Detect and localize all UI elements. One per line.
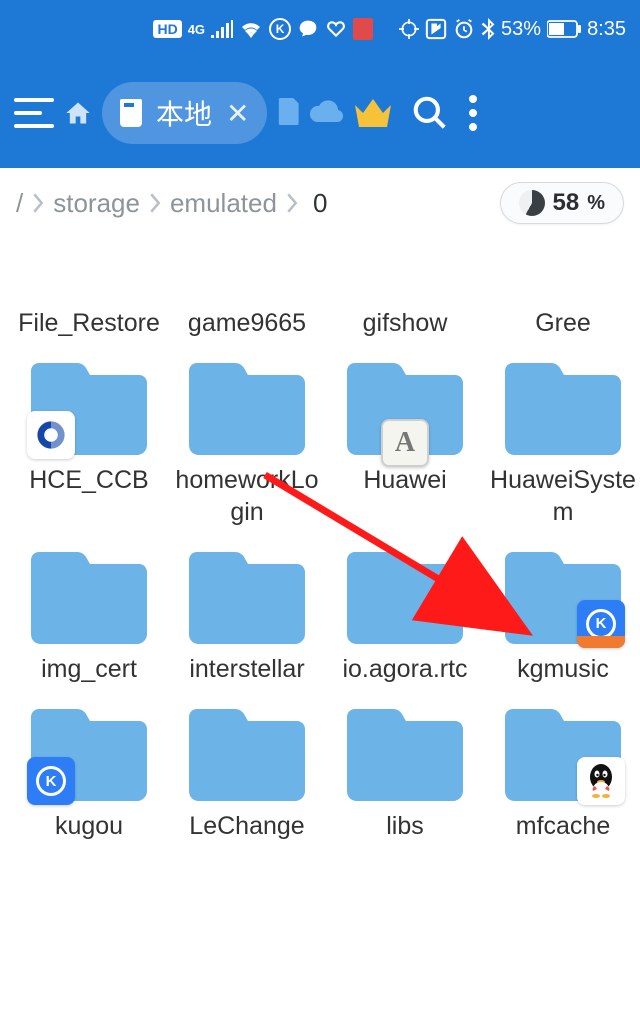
folder-item[interactable]: interstellar bbox=[168, 534, 326, 691]
folder-label: HCE_CCB bbox=[14, 465, 164, 496]
folder-item[interactable]: io.agora.rtc bbox=[326, 534, 484, 691]
folder-label: LeChange bbox=[172, 811, 322, 842]
kugou-app-icon: K bbox=[27, 757, 75, 805]
folder-item[interactable]: File_Restore bbox=[10, 238, 168, 345]
folder-icon bbox=[499, 357, 627, 459]
folder-label: File_Restore bbox=[14, 308, 164, 339]
heart-icon bbox=[325, 19, 347, 39]
crown-icon[interactable] bbox=[353, 97, 393, 129]
kugou-app-icon: K bbox=[577, 600, 625, 648]
sd-dim-icon[interactable] bbox=[277, 98, 301, 128]
folder-icon bbox=[499, 703, 627, 805]
app-k-icon: K bbox=[269, 18, 291, 40]
crumb-emulated[interactable]: emulated bbox=[170, 188, 277, 219]
folder-icon bbox=[183, 546, 311, 648]
chevron-right-icon bbox=[31, 193, 45, 213]
storage-percent: 58 bbox=[553, 189, 580, 217]
close-tab-icon[interactable]: ✕ bbox=[226, 97, 249, 130]
folder-icon bbox=[183, 357, 311, 459]
wifi-icon bbox=[239, 20, 263, 38]
folder-item[interactable]: game9665 bbox=[168, 238, 326, 345]
storage-usage-badge[interactable]: 58% bbox=[500, 182, 625, 224]
folder-label: kgmusic bbox=[488, 654, 638, 685]
folder-icon bbox=[183, 703, 311, 805]
folder-label: kugou bbox=[14, 811, 164, 842]
nfc-icon bbox=[425, 18, 447, 40]
chevron-right-icon bbox=[285, 193, 299, 213]
cloud-icon[interactable] bbox=[309, 98, 343, 122]
search-icon[interactable] bbox=[411, 94, 449, 132]
folder-item[interactable]: HuaweiSystem bbox=[484, 345, 640, 534]
folder-label: gifshow bbox=[330, 308, 480, 339]
more-icon[interactable] bbox=[469, 95, 477, 131]
folder-item[interactable]: libs bbox=[326, 691, 484, 848]
4g-icon: 4G bbox=[188, 22, 205, 37]
folder-label: homeworkLogin bbox=[172, 465, 322, 528]
book-icon bbox=[353, 18, 373, 40]
folder-label: interstellar bbox=[172, 654, 322, 685]
clock-time: 8:35 bbox=[587, 18, 626, 41]
folder-label: game9665 bbox=[172, 308, 322, 339]
folder-item[interactable]: img_cert bbox=[10, 534, 168, 691]
tab-label: 本地 bbox=[156, 93, 212, 133]
folder-icon bbox=[341, 546, 469, 648]
chevron-right-icon bbox=[148, 193, 162, 213]
folder-label: Gree bbox=[488, 308, 638, 339]
qq-app-icon bbox=[577, 757, 625, 805]
folder-icon bbox=[341, 703, 469, 805]
battery-icon bbox=[547, 20, 581, 38]
font-a-icon: A bbox=[381, 419, 429, 467]
folder-label: mfcache bbox=[488, 811, 638, 842]
folder-item[interactable]: mfcache bbox=[484, 691, 640, 848]
menu-icon[interactable] bbox=[14, 98, 54, 128]
app-bar: 本地 ✕ bbox=[0, 58, 640, 168]
folder-label: Huawei bbox=[330, 465, 480, 496]
folder-icon bbox=[499, 250, 627, 302]
status-right: 53% 8:35 bbox=[399, 18, 626, 41]
tab-local[interactable]: 本地 ✕ bbox=[102, 82, 267, 144]
hd-icon: HD bbox=[153, 20, 181, 38]
folder-label: img_cert bbox=[14, 654, 164, 685]
status-left: HD 4G K bbox=[153, 18, 373, 40]
folder-label: libs bbox=[330, 811, 480, 842]
target-icon bbox=[399, 19, 419, 39]
bluetooth-icon bbox=[481, 18, 495, 40]
folder-item[interactable]: homeworkLogin bbox=[168, 345, 326, 534]
folder-item[interactable]: HCE_CCB bbox=[10, 345, 168, 534]
ccb-app-icon bbox=[27, 411, 75, 459]
battery-percent: 53% bbox=[501, 18, 541, 41]
folder-item[interactable]: gifshow bbox=[326, 238, 484, 345]
folder-icon bbox=[25, 357, 153, 459]
folder-icon bbox=[183, 250, 311, 302]
folder-icon bbox=[25, 546, 153, 648]
folder-item[interactable]: LeChange bbox=[168, 691, 326, 848]
folder-item[interactable]: A Huawei bbox=[326, 345, 484, 534]
folder-label: HuaweiSystem bbox=[488, 465, 638, 528]
folder-icon bbox=[25, 250, 153, 302]
home-icon[interactable] bbox=[64, 99, 92, 127]
inactive-tabs bbox=[277, 98, 343, 128]
alarm-icon bbox=[453, 18, 475, 40]
folder-item[interactable]: K kugou bbox=[10, 691, 168, 848]
pie-icon bbox=[519, 190, 545, 216]
signal-icon bbox=[211, 20, 233, 38]
crumb-current: 0 bbox=[313, 188, 327, 219]
folder-icon: K bbox=[499, 546, 627, 648]
folder-icon bbox=[341, 250, 469, 302]
folder-label: io.agora.rtc bbox=[330, 654, 480, 685]
crumb-root[interactable]: / bbox=[16, 188, 23, 219]
folder-grid: File_Restore game9665 gifshow Gree HCE_C… bbox=[0, 238, 640, 848]
chat-icon bbox=[297, 19, 319, 39]
sd-card-icon bbox=[120, 99, 142, 127]
folder-icon: K bbox=[25, 703, 153, 805]
breadcrumb: / storage emulated 0 58% bbox=[0, 168, 640, 238]
crumb-storage[interactable]: storage bbox=[53, 188, 140, 219]
folder-item[interactable]: K kgmusic bbox=[484, 534, 640, 691]
folder-item[interactable]: Gree bbox=[484, 238, 640, 345]
folder-icon: A bbox=[341, 357, 469, 459]
status-bar: HD 4G K 53% 8:35 bbox=[0, 0, 640, 58]
